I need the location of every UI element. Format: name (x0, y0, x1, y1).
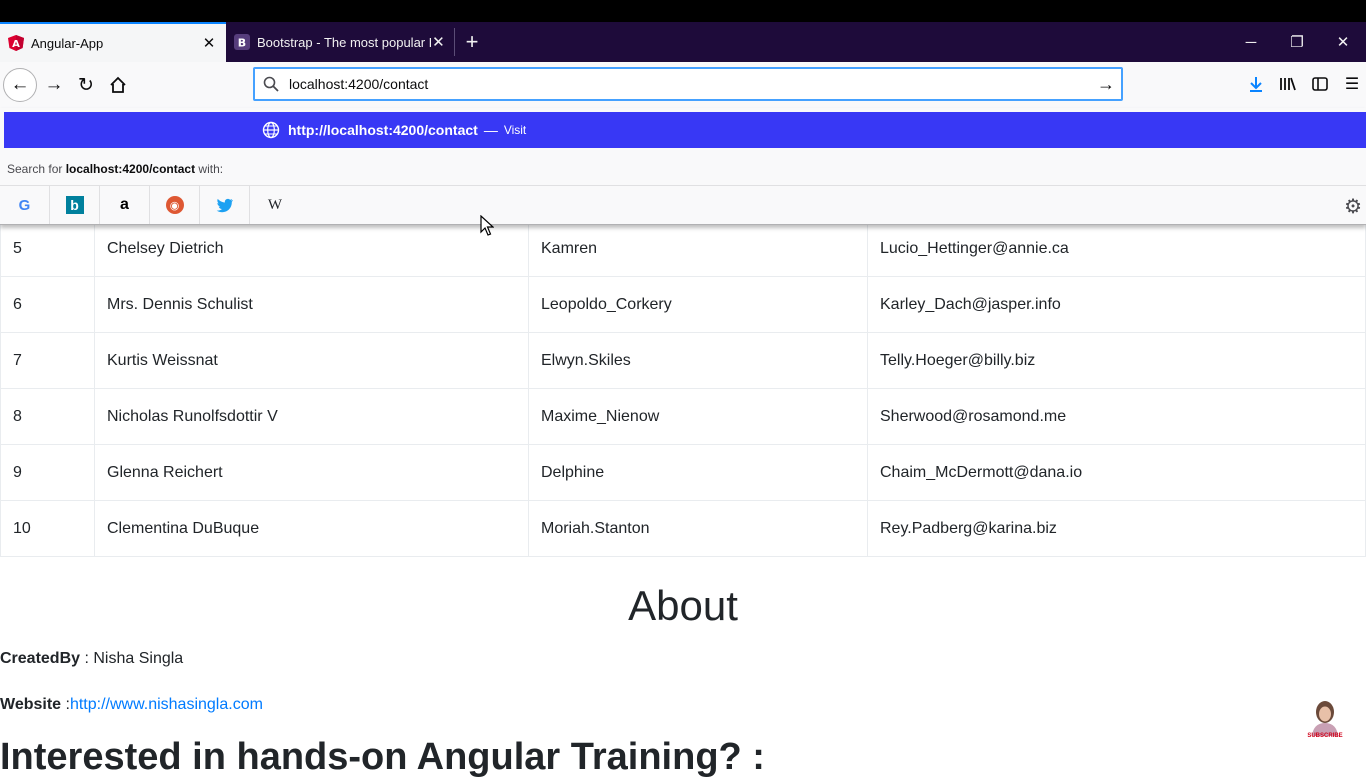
url-input[interactable] (287, 75, 1091, 93)
tab-strip: A Angular-App ✕ B Bootstrap - The most p… (0, 22, 1366, 62)
website-link[interactable]: http://www.nishasingla.com (70, 696, 263, 713)
table-row: 9 Glenna Reichert Delphine Chaim_McDermo… (0, 444, 1366, 501)
gear-icon[interactable]: ⚙ (1344, 194, 1362, 219)
suggestion-action: Visit (503, 123, 527, 137)
toolbar-tools: ☰ (1240, 68, 1366, 100)
website-separator: : (61, 696, 70, 713)
cell-id: 10 (0, 500, 95, 557)
restore-icon[interactable]: ❐ (1274, 22, 1320, 62)
search-with-label: Search for localhost:4200/contact with: (7, 162, 223, 176)
back-icon[interactable]: ← (3, 68, 37, 102)
cell-username: Leopoldo_Corkery (528, 276, 868, 333)
cell-name: Nicholas Runolfsdottir V (94, 388, 529, 445)
cell-username: Moriah.Stanton (528, 500, 868, 557)
forward-icon[interactable]: → (38, 69, 70, 101)
cell-id: 8 (0, 388, 95, 445)
angular-icon: A (8, 35, 24, 51)
cell-id: 6 (0, 276, 95, 333)
cell-email: Telly.Hoeger@billy.biz (867, 332, 1366, 389)
tab-separator (454, 28, 455, 56)
cell-email: Rey.Padberg@karina.biz (867, 500, 1366, 557)
cell-name: Glenna Reichert (94, 444, 529, 501)
created-by-line: CreatedBy : Nisha Singla (0, 650, 183, 668)
cell-username: Maxime_Nienow (528, 388, 868, 445)
cell-username: Elwyn.Skiles (528, 332, 868, 389)
suggestion-visit-row[interactable]: http://localhost:4200/contact — Visit (4, 112, 1366, 148)
cell-name: Kurtis Weissnat (94, 332, 529, 389)
new-tab-icon[interactable]: + (460, 22, 484, 62)
cell-username: Kamren (528, 220, 868, 277)
table-row: 5 Chelsey Dietrich Kamren Lucio_Hettinge… (0, 220, 1366, 277)
search-icon (255, 76, 287, 92)
svg-text:A: A (12, 39, 20, 50)
amazon-icon[interactable]: a (100, 186, 150, 224)
cell-name: Clementina DuBuque (94, 500, 529, 557)
training-heading: Interested in hands-on Angular Training?… (0, 736, 765, 778)
close-icon[interactable]: ✕ (200, 34, 218, 52)
minimize-icon[interactable]: ─ (1228, 22, 1274, 62)
library-icon[interactable] (1272, 68, 1304, 100)
mouse-cursor-icon (480, 214, 495, 242)
search-with-suffix: with: (198, 162, 224, 176)
suggestion-dash: — (483, 122, 498, 138)
cell-name: Mrs. Dennis Schulist (94, 276, 529, 333)
bootstrap-icon: B (234, 34, 250, 50)
menu-icon[interactable]: ☰ (1336, 68, 1366, 100)
tab-bootstrap[interactable]: B Bootstrap - The most popular HTML ✕ (226, 22, 454, 62)
about-heading: About (628, 582, 738, 629)
close-icon[interactable]: ✕ (431, 33, 446, 51)
search-with-prefix: Search for (7, 162, 63, 176)
cell-id: 5 (0, 220, 95, 277)
users-table: 5 Chelsey Dietrich Kamren Lucio_Hettinge… (0, 220, 1366, 557)
reload-icon[interactable]: ↻ (70, 69, 102, 101)
download-icon[interactable] (1240, 68, 1272, 100)
created-by-value: : Nisha Singla (80, 650, 184, 667)
close-window-icon[interactable]: ✕ (1320, 22, 1366, 62)
screen-top-bar (0, 0, 1366, 22)
website-label: Website (0, 696, 62, 713)
table-row: 10 Clementina DuBuque Moriah.Stanton Rey… (0, 500, 1366, 557)
url-suggestion-dropdown: http://localhost:4200/contact — Visit Se… (0, 108, 1366, 225)
cell-email: Sherwood@rosamond.me (867, 388, 1366, 445)
wikipedia-icon[interactable]: W (250, 186, 300, 224)
cell-name: Chelsey Dietrich (94, 220, 529, 277)
go-arrow-icon[interactable]: → (1091, 74, 1121, 95)
cell-username: Delphine (528, 444, 868, 501)
table-row: 7 Kurtis Weissnat Elwyn.Skiles Telly.Hoe… (0, 332, 1366, 389)
google-icon[interactable]: G (0, 186, 50, 224)
svg-text:B: B (238, 37, 246, 50)
tab-angular-app[interactable]: A Angular-App ✕ (0, 22, 226, 62)
search-engine-bar: G b a ◉ W (0, 185, 1366, 224)
website-line: Website :http://www.nishasingla.com (0, 696, 263, 714)
twitter-icon[interactable] (200, 186, 250, 224)
url-bar[interactable]: → (253, 67, 1123, 101)
home-icon[interactable] (102, 69, 134, 101)
cell-email: Lucio_Hettinger@annie.ca (867, 220, 1366, 277)
subscribe-label: SUBSCRIBE (1307, 733, 1343, 739)
cell-email: Chaim_McDermott@dana.io (867, 444, 1366, 501)
window-controls: ─ ❐ ✕ (1228, 22, 1366, 62)
navigation-toolbar: ← → ↻ → ☰ (0, 62, 1366, 109)
cell-email: Karley_Dach@jasper.info (867, 276, 1366, 333)
cell-id: 7 (0, 332, 95, 389)
subscribe-avatar[interactable]: SUBSCRIBE (1307, 698, 1343, 742)
search-with-query: localhost:4200/contact (65, 162, 196, 176)
tab-label: Bootstrap - The most popular HTML (257, 34, 431, 50)
table-row: 6 Mrs. Dennis Schulist Leopoldo_Corkery … (0, 276, 1366, 333)
sidebar-icon[interactable] (1304, 68, 1336, 100)
table-row: 8 Nicholas Runolfsdottir V Maxime_Nienow… (0, 388, 1366, 445)
cell-id: 9 (0, 444, 95, 501)
globe-icon (262, 121, 280, 139)
bing-icon[interactable]: b (50, 186, 100, 224)
created-by-label: CreatedBy (0, 650, 81, 667)
duckduckgo-icon[interactable]: ◉ (150, 186, 200, 224)
suggestion-url: http://localhost:4200/contact (288, 122, 478, 138)
tab-label: Angular-App (31, 35, 104, 51)
